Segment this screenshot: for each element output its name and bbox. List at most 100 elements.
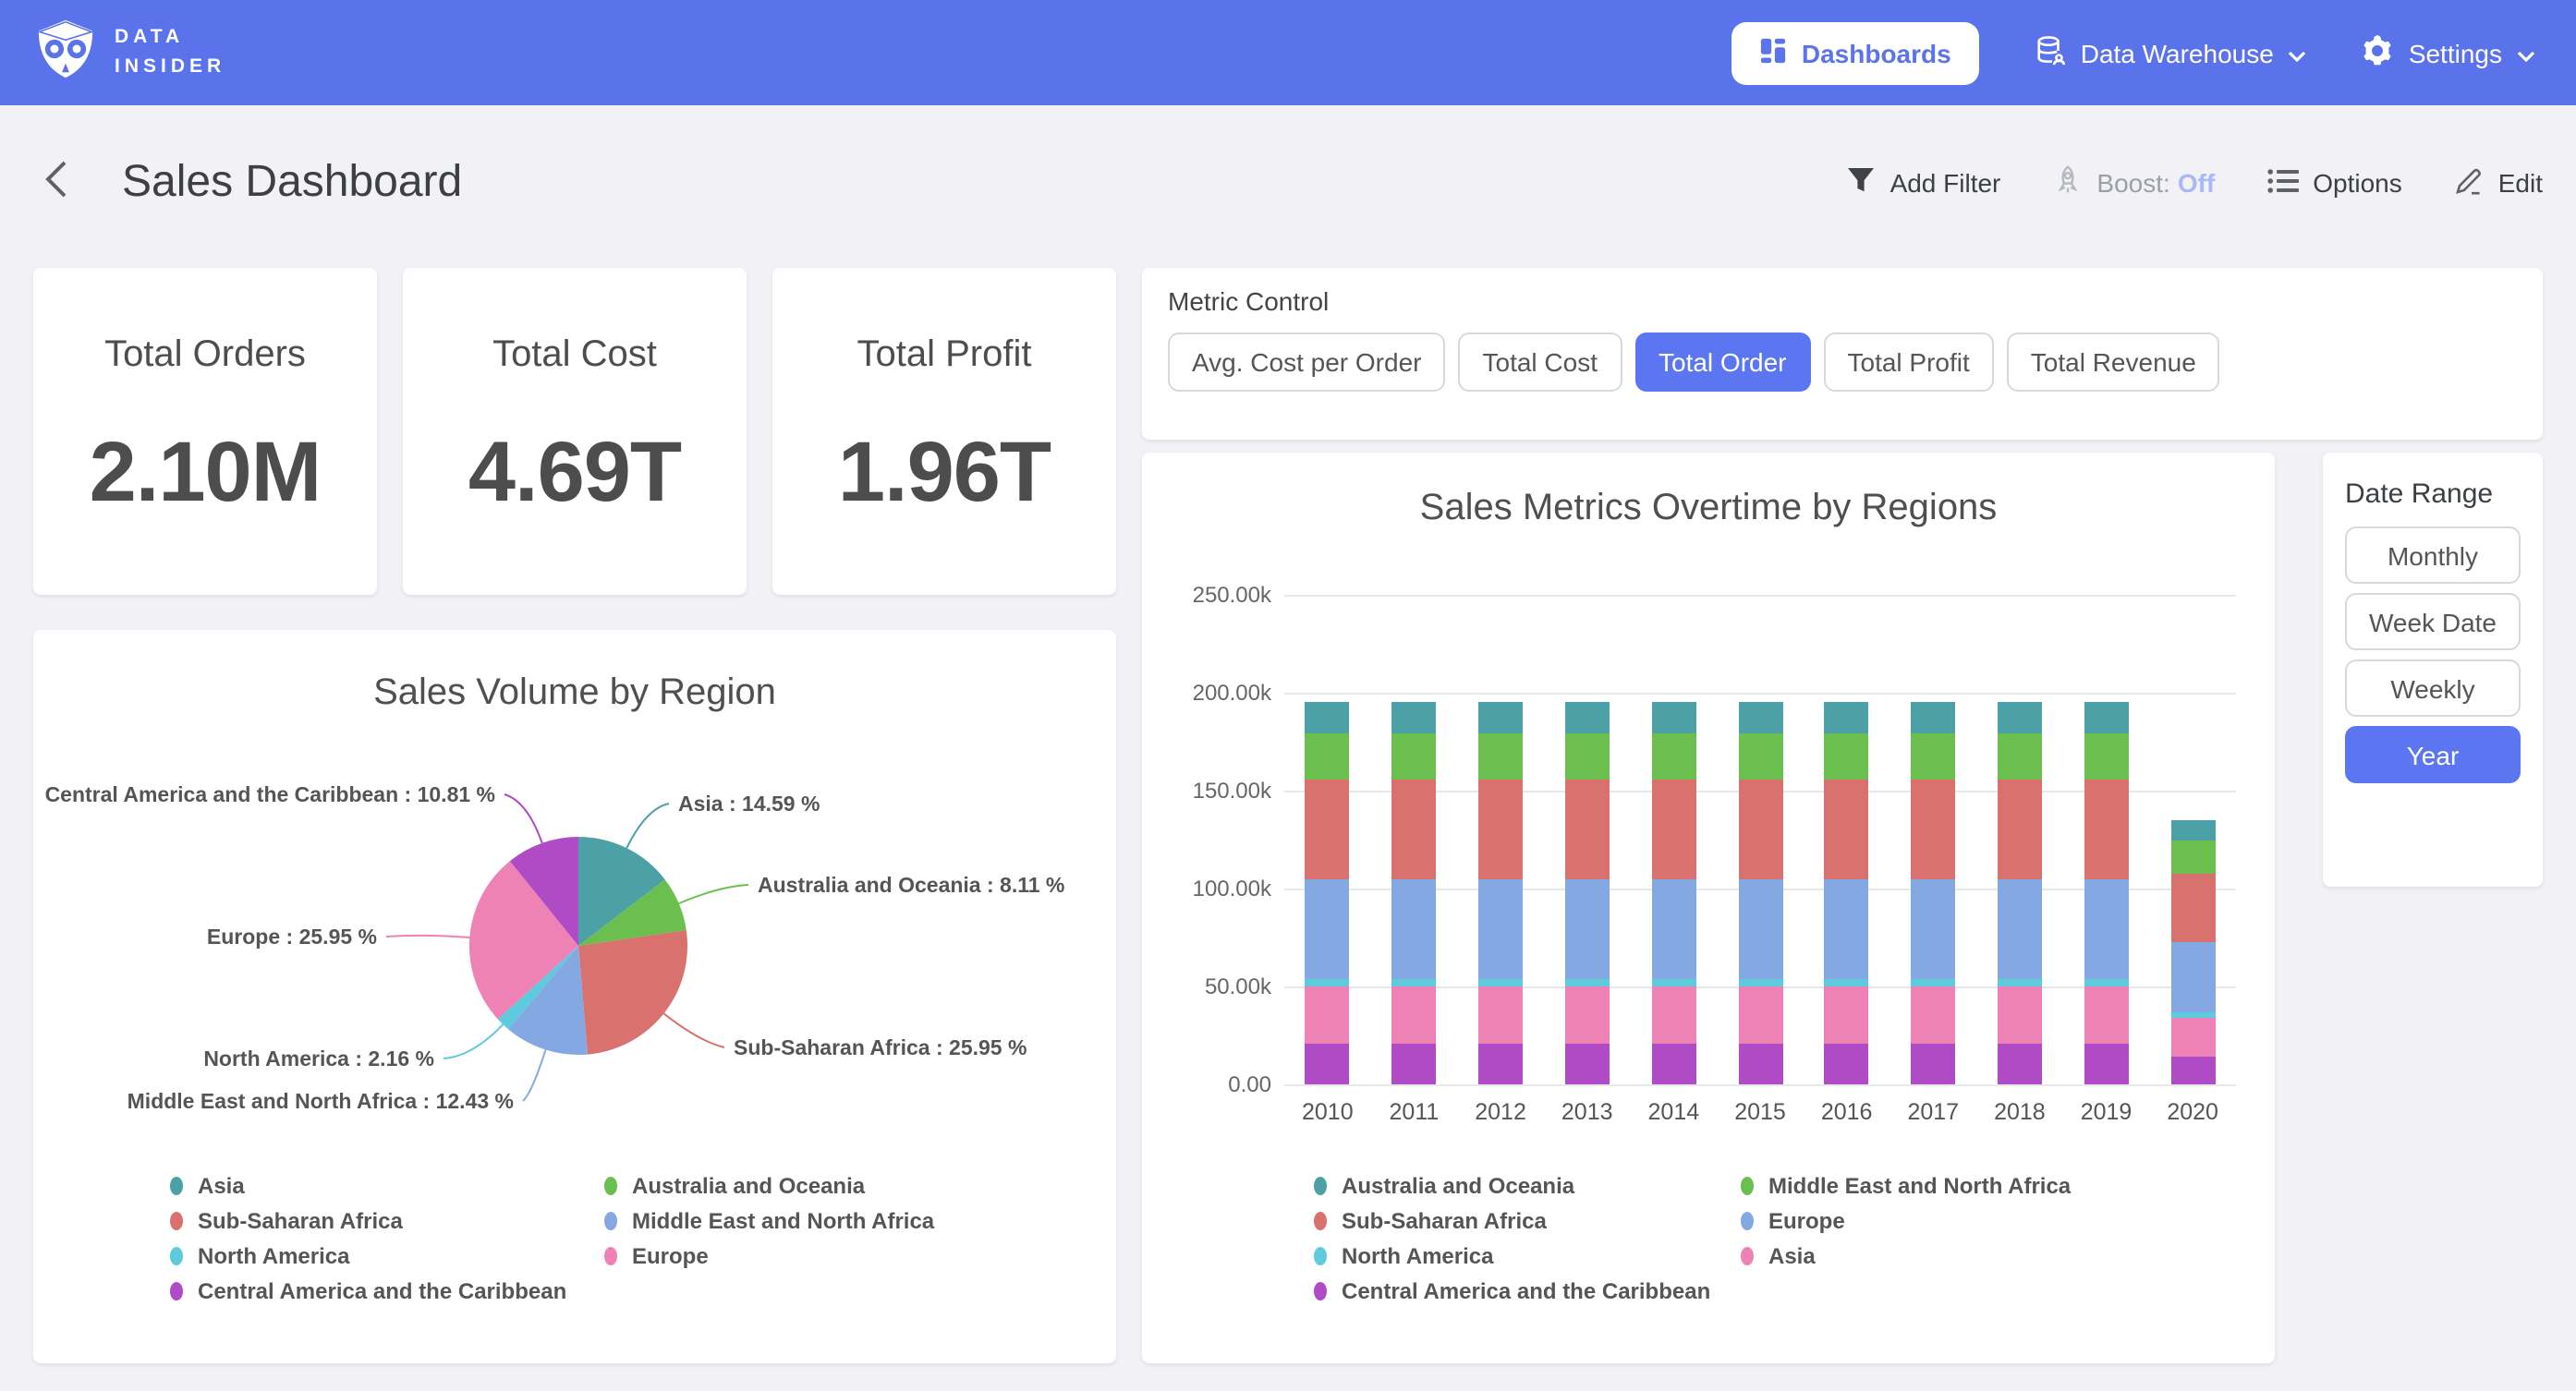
pie-callout-line xyxy=(444,1024,503,1058)
bar-segment xyxy=(1565,732,1610,780)
legend-label: Australia and Oceania xyxy=(632,1172,865,1198)
legend-item[interactable]: Australia and Oceania xyxy=(604,1167,865,1203)
legend-label: North America xyxy=(198,1242,350,1268)
boost-toggle[interactable]: Boost:Off xyxy=(2052,164,2215,201)
x-axis-label: 2014 xyxy=(1633,1099,1714,1125)
metric-control-title: Metric Control xyxy=(1168,286,2517,316)
bar-segment xyxy=(1998,987,2042,1043)
bar-segment xyxy=(1565,1043,1610,1084)
legend-item[interactable]: Middle East and North Africa xyxy=(604,1203,934,1238)
legend-item[interactable]: North America xyxy=(170,1238,350,1273)
metric-button-total-order[interactable]: Total Order xyxy=(1634,333,1811,392)
add-filter-button[interactable]: Add Filter xyxy=(1846,166,2001,200)
pie-callout-line xyxy=(386,936,469,937)
nav-item-data-warehouse[interactable]: Data Warehouse xyxy=(2035,34,2307,71)
bar-segment xyxy=(1478,732,1523,780)
back-button[interactable] xyxy=(33,161,78,205)
bar-segment xyxy=(1478,979,1523,987)
metric-button-avg-cost-per-order[interactable]: Avg. Cost per Order xyxy=(1168,333,1446,392)
pie-callout-line xyxy=(679,885,748,903)
nav-menu: Dashboards Data Warehouse xyxy=(1732,21,2535,84)
legend-item[interactable]: Europe xyxy=(1741,1203,1845,1238)
x-axis-label: 2015 xyxy=(1719,1099,1801,1125)
kpi-value: 2.10M xyxy=(90,421,322,521)
x-axis-label: 2011 xyxy=(1373,1099,1454,1125)
bar-segment xyxy=(1998,879,2042,979)
y-axis-tick-label: 150.00k xyxy=(1142,778,1271,804)
stacked-bar-chart: 0.0050.00k100.00k150.00k200.00k250.00k20… xyxy=(1142,453,2275,1363)
pie-slice-label: Central America and the Caribbean : 10.8… xyxy=(45,782,495,806)
brand-logo[interactable]: DATA INSIDER xyxy=(33,16,225,90)
bar-segment xyxy=(2084,1043,2129,1084)
nav-item-label: Dashboards xyxy=(1802,38,1951,67)
legend-item[interactable]: North America xyxy=(1314,1238,1494,1273)
legend-label: Asia xyxy=(198,1172,245,1198)
bar-segment xyxy=(1391,987,1436,1043)
bar-segment xyxy=(1825,702,1869,733)
metric-button-total-profit[interactable]: Total Profit xyxy=(1824,333,1994,392)
database-icon xyxy=(2035,34,2066,71)
page-title: Sales Dashboard xyxy=(122,157,462,209)
metric-button-total-revenue[interactable]: Total Revenue xyxy=(2007,333,2220,392)
bar-segment xyxy=(1738,879,1782,979)
bar-segment xyxy=(1565,780,1610,879)
bar-segment xyxy=(1825,979,1869,987)
bar-segment xyxy=(2084,702,2129,733)
legend-dot xyxy=(170,1176,183,1194)
bar-segment xyxy=(1825,732,1869,780)
legend-item[interactable]: Central America and the Caribbean xyxy=(170,1273,566,1308)
bar-segment xyxy=(1911,1043,1955,1084)
legend-dot xyxy=(170,1246,183,1264)
kpi-label: Total Cost xyxy=(492,334,657,377)
date-range-year[interactable]: Year xyxy=(2345,726,2521,783)
chevron-left-icon xyxy=(43,158,67,208)
legend-label: Central America and the Caribbean xyxy=(1342,1277,1710,1303)
bar-chart-card: Sales Metrics Overtime by Regions 0.0050… xyxy=(1142,453,2275,1363)
legend-item[interactable]: Middle East and North Africa xyxy=(1741,1167,2071,1203)
bar-segment xyxy=(2084,780,2129,879)
bar-segment xyxy=(1738,987,1782,1043)
pie-slice-label: Sub-Saharan Africa : 25.95 % xyxy=(734,1035,1027,1059)
bar-segment xyxy=(1998,780,2042,879)
pie-chart-card: Sales Volume by Region Asia : 14.59 %Aus… xyxy=(33,630,1116,1363)
legend-item[interactable]: Asia xyxy=(170,1167,245,1203)
bar-segment xyxy=(1565,979,1610,987)
legend-dot xyxy=(1741,1246,1754,1264)
legend-label: North America xyxy=(1342,1242,1494,1268)
funnel-icon xyxy=(1846,166,1876,200)
pie-slice-label: Middle East and North Africa : 12.43 % xyxy=(128,1089,514,1113)
bar-segment xyxy=(1998,1043,2042,1084)
bar-segment xyxy=(1911,979,1955,987)
legend-dot xyxy=(1314,1176,1327,1194)
legend-item[interactable]: Asia xyxy=(1741,1238,1816,1273)
legend-item[interactable]: Sub-Saharan Africa xyxy=(170,1203,403,1238)
legend-item[interactable]: Sub-Saharan Africa xyxy=(1314,1203,1547,1238)
rocket-icon xyxy=(2052,164,2082,201)
legend-item[interactable]: Central America and the Caribbean xyxy=(1314,1273,1710,1308)
legend-item[interactable]: Australia and Oceania xyxy=(1314,1167,1574,1203)
bar-segment xyxy=(1738,979,1782,987)
edit-button[interactable]: Edit xyxy=(2454,165,2543,200)
bar-segment xyxy=(1565,879,1610,979)
gear-icon xyxy=(2363,34,2394,71)
chevron-down-icon xyxy=(2289,38,2307,67)
nav-item-settings[interactable]: Settings xyxy=(2363,34,2535,71)
date-range-monthly[interactable]: Monthly xyxy=(2345,526,2521,584)
bar-segment xyxy=(2170,943,2215,1012)
metric-control-card: Metric Control Avg. Cost per Order Total… xyxy=(1142,268,2543,440)
gridline xyxy=(1284,693,2236,695)
bar-segment xyxy=(1565,702,1610,733)
options-button[interactable]: Options xyxy=(2266,167,2402,199)
legend-dot xyxy=(170,1281,183,1300)
legend-dot xyxy=(170,1211,183,1229)
x-axis-label: 2012 xyxy=(1460,1099,1541,1125)
date-range-week-date[interactable]: Week Date xyxy=(2345,593,2521,650)
boost-state: Off xyxy=(2178,168,2215,198)
bar-segment xyxy=(2084,732,2129,780)
metric-button-total-cost[interactable]: Total Cost xyxy=(1459,333,1622,392)
date-range-weekly[interactable]: Weekly xyxy=(2345,659,2521,717)
bar-segment xyxy=(1825,780,1869,879)
legend-item[interactable]: Europe xyxy=(604,1238,709,1273)
nav-item-dashboards[interactable]: Dashboards xyxy=(1732,21,1979,84)
legend-dot xyxy=(604,1211,617,1229)
